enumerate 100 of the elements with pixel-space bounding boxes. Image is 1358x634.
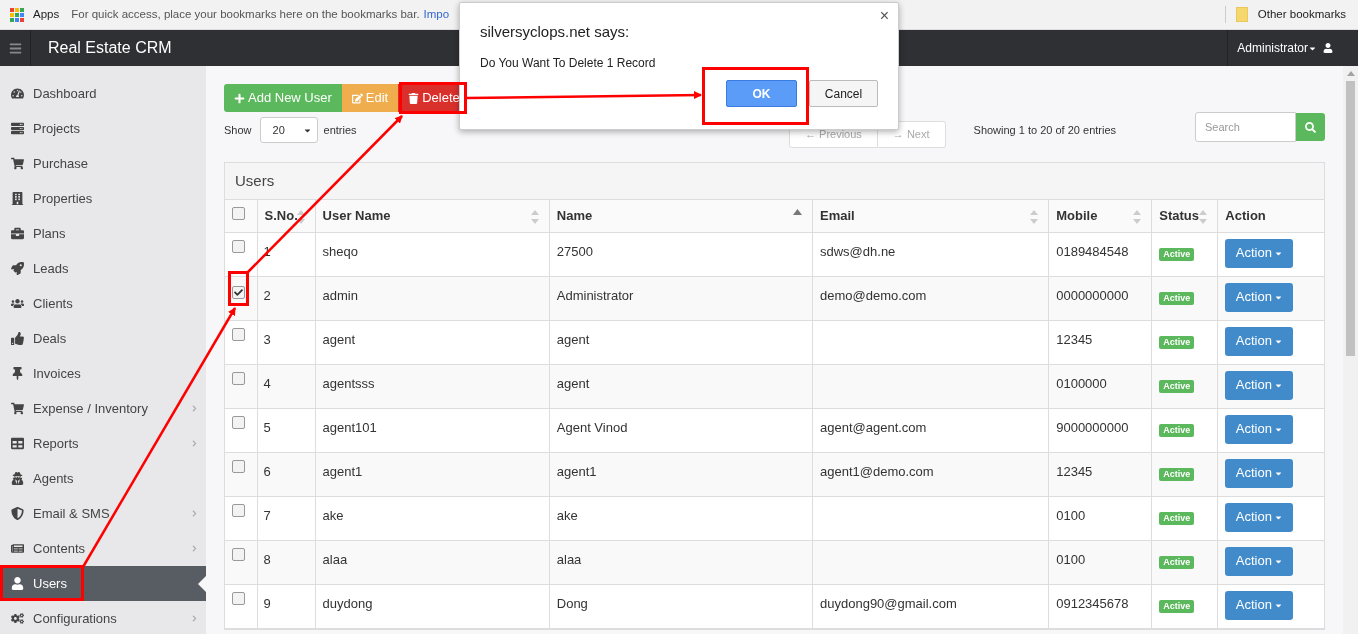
table-cell: 0100 xyxy=(1056,551,1086,567)
checkbox[interactable] xyxy=(232,371,245,385)
scrollbar[interactable] xyxy=(1343,66,1358,634)
table-cell: Administrator xyxy=(556,287,634,303)
dialog-title: silversyclops.net says: xyxy=(480,22,630,42)
action-button[interactable]: Action xyxy=(1225,590,1294,620)
table-cell: agent1 xyxy=(556,463,597,479)
column-header[interactable]: Email xyxy=(820,208,855,223)
app-title[interactable]: Real Estate CRM xyxy=(48,36,172,60)
action-button[interactable]: Action xyxy=(1225,370,1294,400)
table-cell: duydong xyxy=(322,595,373,611)
sidebar-item[interactable]: Users xyxy=(0,566,206,601)
plus-icon xyxy=(234,92,245,104)
table-cell: ake xyxy=(556,507,578,523)
apps-icon[interactable] xyxy=(10,7,24,22)
sidebar-item[interactable]: Reports xyxy=(0,426,206,461)
action-button[interactable]: Action xyxy=(1225,502,1294,532)
rocket-icon xyxy=(11,262,24,275)
table-cell: Dong xyxy=(556,595,588,611)
table-cell: agent@agent.com xyxy=(820,419,927,435)
scroll-thumb[interactable] xyxy=(1346,81,1355,356)
apps-link[interactable]: Apps xyxy=(33,5,60,24)
sidebar-item[interactable]: Projects xyxy=(0,111,206,146)
cart-icon xyxy=(11,402,24,415)
action-button[interactable]: Action xyxy=(1225,546,1294,576)
sidebar-item[interactable]: Contents xyxy=(0,531,206,566)
table-row[interactable]: 2 admin Administrator demo@demo.com 0000000000 Active Action xyxy=(225,276,1324,320)
sidebar-label: Plans xyxy=(33,224,66,243)
sidebar-item[interactable]: Email & SMS xyxy=(0,496,206,531)
entries-info: Showing 1 to 20 of 20 entries xyxy=(973,123,1117,138)
sidebar-label: Email & SMS xyxy=(33,504,110,523)
entries-label: entries xyxy=(323,122,357,138)
thumbs-up-icon xyxy=(11,332,24,345)
pin-icon xyxy=(11,367,24,380)
sidebar-item[interactable]: Expense / Inventory xyxy=(0,391,206,426)
bookmarks-hint: For quick access, place your bookmarks here on the bookmarks bar. xyxy=(71,6,420,22)
status-badge: Active xyxy=(1159,511,1195,525)
checkbox[interactable] xyxy=(232,591,245,605)
table-cell: duydong90@gmail.com xyxy=(820,595,957,611)
checkbox[interactable] xyxy=(232,415,245,429)
sidebar-item[interactable]: Configurations xyxy=(0,601,206,634)
action-button[interactable]: Action xyxy=(1225,414,1294,444)
sidebar-item[interactable]: Properties xyxy=(0,181,206,216)
table-row[interactable]: 5 agent101 Agent Vinod agent@agent.com 9000000000 Active Action xyxy=(225,408,1324,452)
table-cell: agent1@demo.com xyxy=(820,463,934,479)
other-bookmarks[interactable]: Other bookmarks xyxy=(1257,5,1346,24)
table-row[interactable]: 7 ake ake 0100 Active Action xyxy=(225,496,1324,540)
gears-icon xyxy=(11,612,24,625)
action-button[interactable]: Action xyxy=(1225,238,1294,268)
close-button[interactable]: × xyxy=(879,8,889,24)
menu-icon[interactable] xyxy=(8,41,22,55)
highlight-frame xyxy=(399,82,467,114)
sidebar-label: Clients xyxy=(33,294,73,313)
import-link[interactable]: Impo xyxy=(423,5,450,24)
sidebar-item[interactable]: Plans xyxy=(0,216,206,251)
table-cell: 9 xyxy=(263,595,271,611)
checkbox[interactable] xyxy=(232,207,245,220)
sidebar-item[interactable]: Invoices xyxy=(0,356,206,391)
search-button[interactable] xyxy=(1296,113,1325,141)
table-cell: 2 xyxy=(263,287,271,303)
sidebar-item[interactable]: Dashboard xyxy=(0,76,206,111)
table-row[interactable]: 6 agent1 agent1 agent1@demo.com 12345 Active Action xyxy=(225,452,1324,496)
sidebar-label: Invoices xyxy=(33,364,81,383)
checkbox[interactable] xyxy=(232,327,245,341)
scroll-up-icon[interactable] xyxy=(1346,71,1355,76)
table-row[interactable]: 4 agentsss agent 0100000 Active Action xyxy=(225,364,1324,408)
cart-icon xyxy=(11,157,24,170)
table-row[interactable]: 8 alaa alaa 0100 Active Action xyxy=(225,540,1324,584)
sidebar-item[interactable]: Deals xyxy=(0,321,206,356)
cancel-button[interactable]: Cancel xyxy=(809,80,878,107)
sidebar-label: Contents xyxy=(33,539,86,558)
table-row[interactable]: 3 agent agent 12345 Active Action xyxy=(225,320,1324,364)
checkbox[interactable] xyxy=(232,285,245,299)
checkbox[interactable] xyxy=(232,239,245,253)
checkbox[interactable] xyxy=(232,547,245,561)
action-button[interactable]: Action xyxy=(1225,282,1294,312)
sidebar-item[interactable]: Leads xyxy=(0,251,206,286)
column-header[interactable]: User Name xyxy=(322,208,391,223)
entries-select[interactable]: 20 xyxy=(259,117,318,143)
action-button[interactable]: Action xyxy=(1225,458,1294,488)
table-icon xyxy=(11,437,24,450)
table-cell: 3 xyxy=(263,331,271,347)
checkbox[interactable] xyxy=(232,459,245,473)
sidebar-item[interactable]: Agents xyxy=(0,461,206,496)
table-cell: 0912345678 xyxy=(1056,595,1129,611)
shield-icon xyxy=(11,507,24,520)
column-header[interactable]: Action xyxy=(1225,208,1266,223)
checkbox[interactable] xyxy=(232,503,245,517)
table-cell: alaa xyxy=(322,551,348,567)
folder-icon xyxy=(1235,7,1248,22)
table-cell: sdws@dh.ne xyxy=(820,243,896,259)
column-header[interactable]: Name xyxy=(556,208,593,223)
sidebar-label: Reports xyxy=(33,434,79,453)
sidebar-item[interactable]: Purchase xyxy=(0,146,206,181)
action-button[interactable]: Action xyxy=(1225,326,1294,356)
search-field[interactable]: Search xyxy=(1195,112,1296,142)
table-row[interactable]: 9 duydong Dong duydong90@gmail.com 0912345678 Active Action xyxy=(225,584,1324,628)
column-header[interactable]: Mobile xyxy=(1056,208,1098,223)
sidebar-item[interactable]: Clients xyxy=(0,286,206,321)
user-menu[interactable]: Administrator xyxy=(1237,39,1317,57)
